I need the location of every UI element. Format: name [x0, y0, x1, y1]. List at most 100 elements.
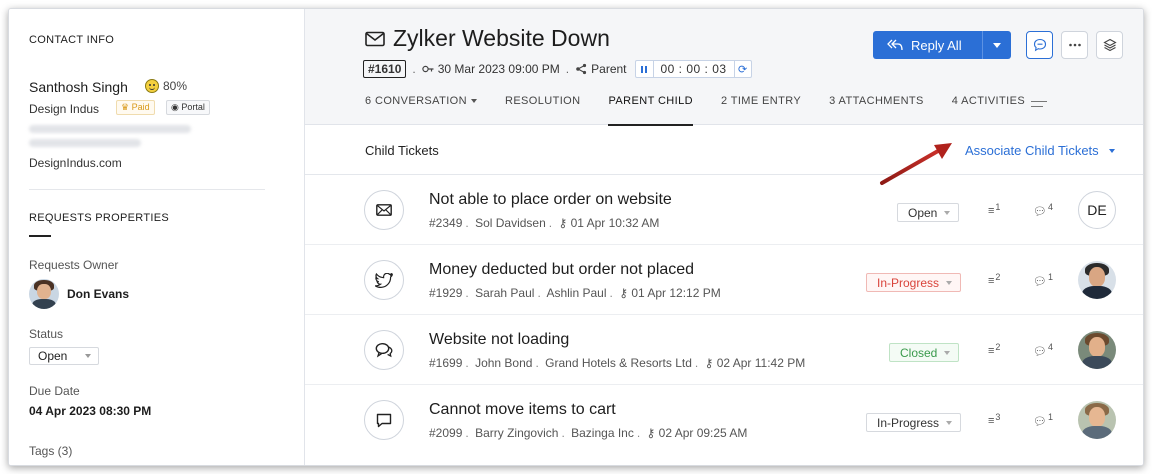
- status-label: Status: [29, 327, 64, 341]
- contact-name[interactable]: Santhosh Singh: [29, 79, 128, 95]
- ticket-created-date: 30 Mar 2023 09:00 PM: [437, 62, 560, 76]
- status-value: In-Progress: [877, 415, 940, 430]
- child-ticket-meta: #2099. Barry Zingovich. Bazinga Inc. ⚷ 0…: [429, 426, 748, 440]
- paid-label: Paid: [131, 102, 150, 112]
- child-ticket-contact: Sol Davidsen: [475, 216, 546, 230]
- pause-icon[interactable]: [636, 61, 654, 77]
- child-ticket-id: #1699: [429, 356, 463, 370]
- child-ticket-row[interactable]: Website not loading #1699. John Bond. Gr…: [305, 315, 1143, 385]
- ticket-meta: #1610 . 30 Mar 2023 09:00 PM . Parent 00…: [363, 60, 752, 78]
- child-ticket-subject[interactable]: Not able to place order on website: [429, 191, 672, 209]
- twitter-icon: [364, 260, 404, 300]
- child-ticket-subject[interactable]: Cannot move items to cart: [429, 401, 616, 419]
- chevron-down-icon: [1108, 148, 1115, 153]
- associate-label: Associate Child Tickets: [965, 143, 1099, 158]
- status-value: In-Progress: [877, 275, 940, 290]
- status-value: Open: [908, 205, 938, 220]
- due-date-value[interactable]: 04 Apr 2023 08:30 PM: [29, 404, 151, 418]
- ticket-title: Zylker Website Down: [365, 25, 610, 52]
- task-list-icon: ≡: [988, 415, 995, 427]
- reply-all-button[interactable]: Reply All: [873, 31, 983, 59]
- chevron-down-icon: [944, 210, 951, 215]
- owner-name: Don Evans: [67, 287, 130, 301]
- child-ticket-date: 02 Apr 09:25 AM: [658, 426, 748, 440]
- task-list-icon: ≡: [988, 205, 995, 217]
- chevron-down-icon: [85, 354, 91, 358]
- tab-resolution[interactable]: RESOLUTION: [505, 95, 581, 125]
- ticket-main-panel: Zylker Website Down #1610 . 30 Mar 2023 …: [305, 9, 1143, 465]
- tab-label: 4 ACTIVITIES: [951, 95, 1026, 107]
- child-ticket-meta: #1929. Sarah Paul. Ashlin Paul. ⚷ 01 Apr…: [429, 286, 721, 300]
- child-ticket-meta: #2349. Sol Davidsen. ⚷ 01 Apr 10:32 AM: [429, 216, 660, 230]
- due-date-label: Due Date: [29, 384, 80, 398]
- child-ticket-id: #2349: [429, 216, 463, 230]
- assignee-avatar[interactable]: [1078, 331, 1116, 369]
- reply-options-dropdown[interactable]: [983, 31, 1011, 59]
- tabs-menu-icon[interactable]: [1031, 101, 1047, 111]
- assignee-avatar[interactable]: [1078, 261, 1116, 299]
- layers-icon: [1102, 38, 1117, 52]
- child-ticket-row[interactable]: Not able to place order on website #2349…: [305, 175, 1143, 245]
- assignee-avatar[interactable]: [1078, 401, 1116, 439]
- child-ticket-date: 01 Apr 12:12 PM: [631, 286, 721, 300]
- ticket-id-badge: #1610: [363, 60, 407, 78]
- ticket-subject: Zylker Website Down: [393, 25, 610, 51]
- comment-button[interactable]: [1026, 31, 1053, 59]
- contact-company[interactable]: Design Indus: [29, 102, 99, 116]
- child-ticket-account: Bazinga Inc: [571, 426, 634, 440]
- comments-count: 💬︎ 4: [1033, 202, 1053, 218]
- child-tickets-bar: Child Tickets Associate Child Tickets: [305, 125, 1143, 175]
- ticket-tabs: 6 CONVERSATION RESOLUTION PARENT CHILD 2…: [365, 95, 1053, 126]
- associate-child-tickets-button[interactable]: Associate Child Tickets: [965, 143, 1115, 158]
- sidebar-divider: [29, 189, 265, 190]
- annotation-arrow: [880, 143, 952, 185]
- child-ticket-contact: Barry Zingovich: [475, 426, 559, 440]
- child-ticket-status[interactable]: Closed: [889, 343, 960, 362]
- child-ticket-status[interactable]: In-Progress: [866, 273, 962, 292]
- comment-icon: 💬︎: [1033, 346, 1047, 358]
- ticket-detail-window: CONTACT INFO Santhosh Singh 80% Design I…: [8, 8, 1144, 466]
- reply-all-label: Reply All: [911, 37, 962, 53]
- tab-conversation[interactable]: 6 CONVERSATION: [365, 95, 477, 125]
- child-ticket-row[interactable]: Money deducted but order not placed #192…: [305, 245, 1143, 315]
- requests-properties-title: REQUESTS PROPERTIES: [29, 212, 169, 224]
- child-ticket-account: Ashlin Paul: [546, 286, 607, 300]
- envelope-icon: [365, 31, 385, 46]
- child-ticket-status[interactable]: In-Progress: [866, 413, 962, 432]
- comment-icon: 💬︎: [1033, 206, 1047, 218]
- tags-label[interactable]: Tags (3): [29, 444, 72, 458]
- child-ticket-subject[interactable]: Money deducted but order not placed: [429, 261, 694, 279]
- owner-label: Requests Owner: [29, 258, 119, 272]
- tab-activities[interactable]: 4 ACTIVITIES: [952, 95, 1025, 125]
- child-ticket-subject[interactable]: Website not loading: [429, 331, 569, 349]
- status-dropdown-value: Open: [38, 349, 68, 363]
- chevron-down-icon: [993, 42, 1001, 48]
- layers-button[interactable]: [1096, 31, 1123, 59]
- tab-parent-child[interactable]: PARENT CHILD: [608, 95, 694, 126]
- tasks-count: ≡ 3: [988, 412, 1001, 427]
- contact-info-title: CONTACT INFO: [29, 34, 115, 46]
- tab-attachments[interactable]: 3 ATTACHMENTS: [829, 95, 924, 125]
- owner-field[interactable]: Don Evans: [29, 279, 129, 309]
- child-ticket-row[interactable]: Cannot move items to cart #2099. Barry Z…: [305, 385, 1143, 455]
- tasks-count: ≡ 2: [988, 272, 1001, 287]
- status-dropdown[interactable]: Open: [29, 347, 99, 365]
- task-list-icon: ≡: [988, 345, 995, 357]
- comments-count: 💬︎ 1: [1033, 272, 1053, 288]
- redacted-phone: [29, 139, 141, 147]
- comments-count: 💬︎ 4: [1033, 342, 1053, 358]
- refresh-icon[interactable]: ⟳: [733, 61, 751, 77]
- paid-badge: ♛ Paid: [116, 100, 155, 115]
- happiness-rating: 80%: [145, 79, 187, 93]
- comment-icon: [1033, 38, 1046, 52]
- child-ticket-status[interactable]: Open: [897, 203, 960, 222]
- tasks-count: ≡ 1: [988, 202, 1001, 217]
- portal-badge: ◉ Portal: [166, 100, 210, 115]
- ticket-header: Zylker Website Down #1610 . 30 Mar 2023 …: [305, 9, 1143, 126]
- assignee-initials-avatar[interactable]: DE: [1078, 191, 1116, 229]
- task-list-icon: ≡: [988, 275, 995, 287]
- child-ticket-id: #2099: [429, 426, 463, 440]
- more-options-button[interactable]: [1061, 31, 1088, 59]
- contact-website[interactable]: DesignIndus.com: [29, 156, 122, 170]
- tab-time-entry[interactable]: 2 TIME ENTRY: [721, 95, 801, 125]
